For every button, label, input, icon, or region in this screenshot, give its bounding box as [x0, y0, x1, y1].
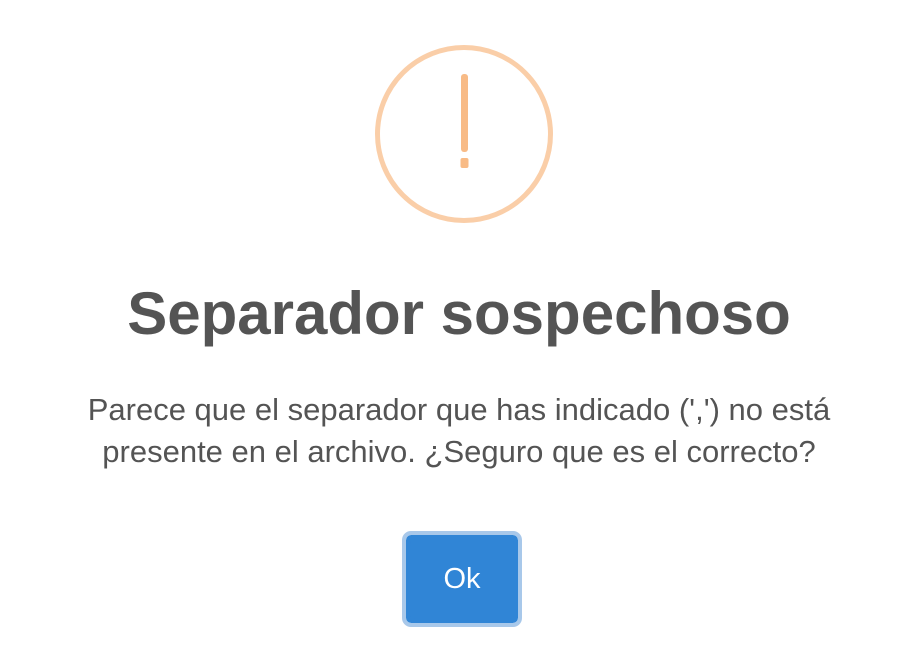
- dialog-message-line-2: presente en el archivo. ¿Seguro que es e…: [102, 434, 816, 469]
- dialog-message-line-1: Parece que el separador que has indicado…: [87, 392, 831, 427]
- ok-button-label: Ok: [410, 539, 514, 619]
- warning-icon: [375, 45, 553, 223]
- exclamation-mark-icon: [460, 74, 469, 168]
- dialog-title: Separador sospechoso: [127, 280, 791, 347]
- alert-dialog: Separador sospechoso Parece que el separ…: [0, 0, 918, 656]
- dialog-message: Parece que el separador que has indicado…: [0, 389, 918, 473]
- ok-button[interactable]: Ok: [402, 531, 522, 627]
